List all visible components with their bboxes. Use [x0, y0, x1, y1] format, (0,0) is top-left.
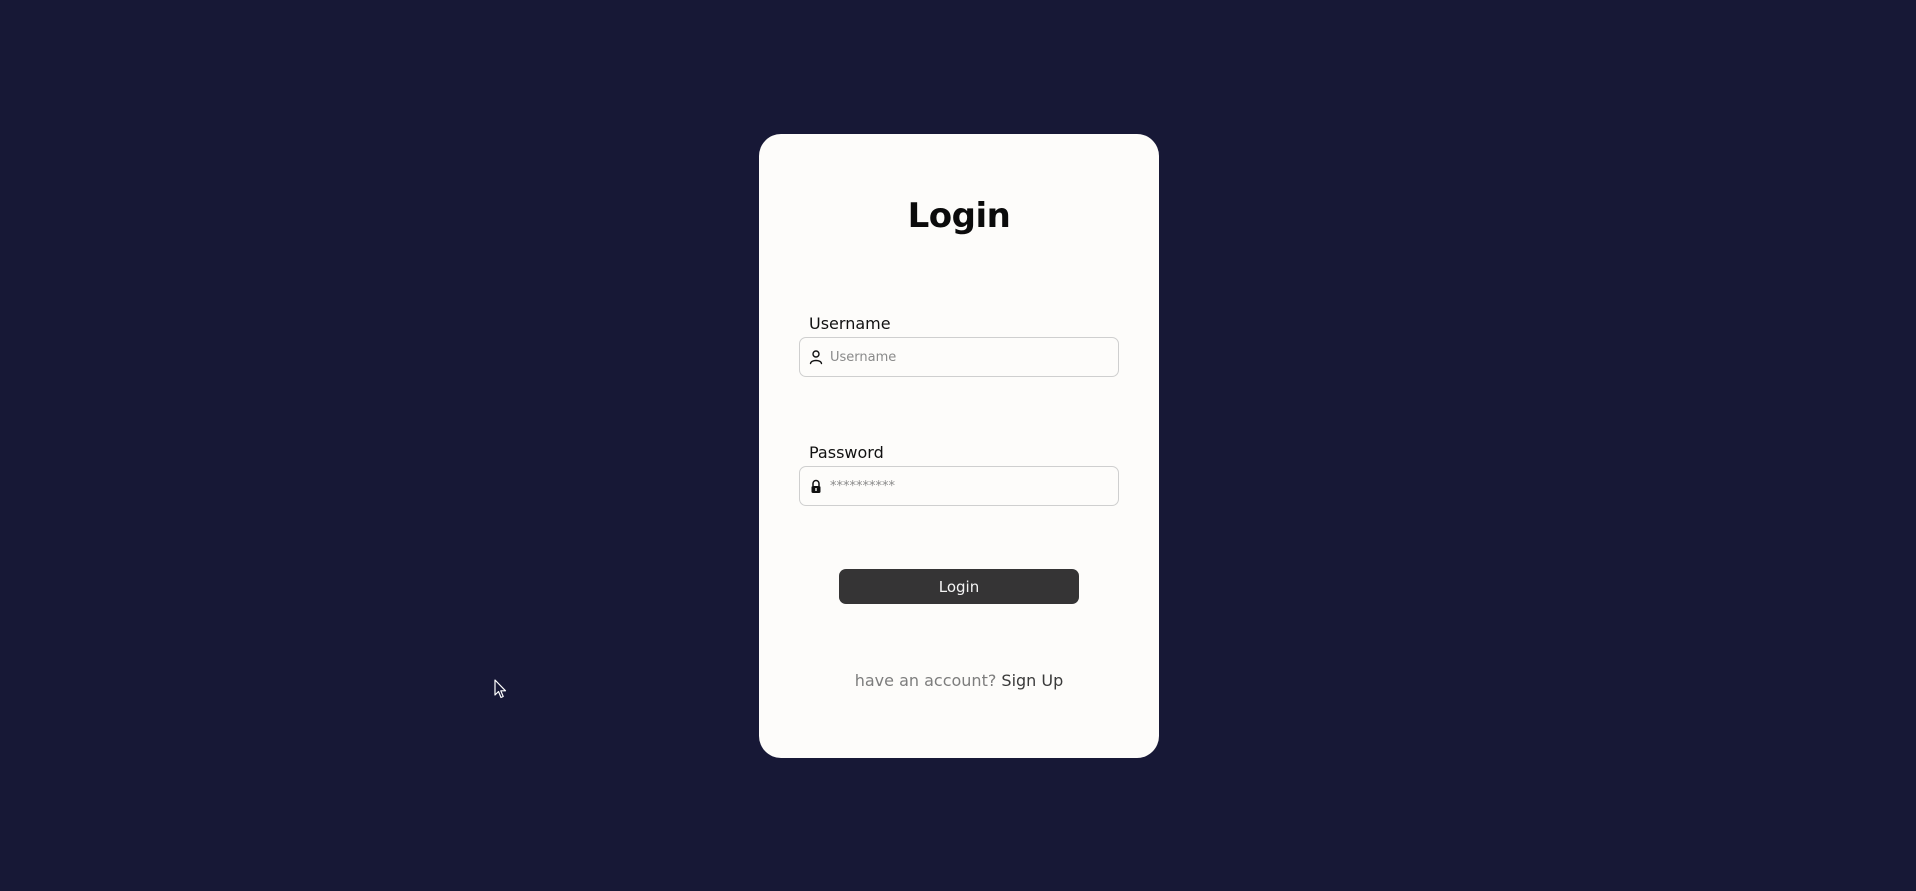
lock-icon [811, 479, 821, 493]
signup-row: have an account? Sign Up [759, 671, 1159, 690]
user-icon [809, 350, 823, 365]
password-label: Password [809, 443, 884, 462]
password-field[interactable] [799, 466, 1119, 506]
login-card: Login Username Password Login have an ac… [759, 134, 1159, 758]
mouse-pointer-icon [494, 679, 507, 699]
password-input[interactable] [830, 467, 1110, 505]
signup-prompt: have an account? [854, 671, 997, 690]
signup-link[interactable]: Sign Up [1001, 671, 1063, 690]
username-field[interactable] [799, 337, 1119, 377]
username-input[interactable] [830, 338, 1110, 376]
page-title: Login [907, 196, 1011, 236]
username-label: Username [809, 314, 891, 333]
login-button[interactable]: Login [839, 569, 1079, 604]
